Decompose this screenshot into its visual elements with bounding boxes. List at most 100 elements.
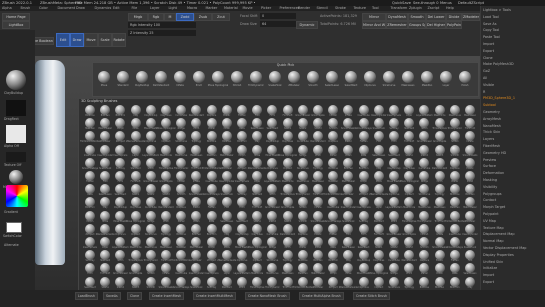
tool-menu-item[interactable]: Visibility (483, 185, 497, 189)
material-thumbnail[interactable] (9, 170, 23, 184)
bottom-action-button[interactable]: Create InsertMultiMesh (193, 292, 236, 300)
draw-button[interactable]: Draw (70, 33, 84, 47)
brush-item[interactable]: SnakeHook (463, 237, 477, 249)
tool-menu-item[interactable]: Layers (483, 137, 494, 141)
tool-menu-item[interactable]: Copy Tool (483, 28, 499, 32)
m-button[interactable]: M (164, 13, 176, 21)
tool-menu-item[interactable]: Geometry HD (483, 151, 506, 155)
tool-menu-item[interactable]: Subtool (483, 103, 496, 107)
polypaint-button[interactable]: PolyPaint (446, 21, 462, 29)
brush-item[interactable]: Clay (463, 276, 477, 289)
tool-menu-item[interactable]: Export (483, 49, 494, 53)
brush-thumbnail[interactable] (6, 70, 26, 90)
bottom-action-button[interactable]: SaveAs (103, 292, 121, 300)
tool-menu-item[interactable]: Preview (483, 158, 496, 162)
tool-menu-item[interactable]: UV Map (483, 219, 496, 223)
texture-thumbnail[interactable] (6, 152, 26, 162)
mirror-button[interactable]: Mirror (362, 13, 386, 21)
divide-button[interactable]: Divide (446, 13, 462, 21)
bottom-action-button[interactable]: Create NanoMesh Brush (245, 292, 290, 300)
lightbox-button[interactable]: LightBox (2, 21, 30, 29)
zmodeler-button[interactable]: ZModeler (462, 13, 480, 21)
mirror-weld-button[interactable]: Mirror And Weld (362, 21, 386, 29)
tool-menu-item[interactable]: Polypaint (483, 212, 499, 216)
tool-menu-item[interactable]: NanoMesh (483, 124, 501, 128)
stroke-thumbnail[interactable] (6, 100, 26, 116)
tool-menu-item[interactable]: Thick Skin (483, 130, 500, 134)
brush-item[interactable]: InsertCylinder (462, 223, 478, 236)
rgb-intensity-slider[interactable]: Rgb Intensity 100 (128, 22, 196, 28)
focal-shift-slider[interactable]: 0 (260, 13, 296, 19)
groups-split-button[interactable]: Groups Split (408, 21, 426, 29)
bottom-action-button[interactable]: Clone (127, 292, 143, 300)
del-lower-button[interactable]: Del Lower (426, 13, 446, 21)
bottom-action-button[interactable]: LoadBrush (75, 292, 98, 300)
tool-menu-item[interactable]: Polygroups (483, 192, 502, 196)
tool-menu-item[interactable]: Surface (483, 164, 496, 168)
bottom-action-button[interactable]: Create InsertMesh (149, 292, 185, 300)
bottom-action-button[interactable]: Create Stitch Brush (353, 292, 390, 300)
tool-menu-item[interactable]: Import (483, 273, 494, 277)
brush-item[interactable]: SmoothPeaks (463, 144, 477, 157)
tool-menu-item[interactable]: All (483, 76, 487, 80)
tool-menu-item[interactable]: ArrayMesh (483, 117, 501, 121)
tool-menu-item[interactable]: PM3D_Sphere3D_1 (483, 96, 515, 100)
tool-menu-item[interactable]: FiberMesh (483, 144, 500, 148)
tool-menu-item[interactable]: Make PolyMesh3D (483, 62, 514, 66)
tool-menu-item[interactable]: Export (483, 280, 494, 284)
zcut-button[interactable]: Zcut (212, 13, 230, 21)
brush-item[interactable]: MaskLasso (463, 105, 477, 117)
bottom-action-button[interactable]: Create MultiAlpha Brush (299, 292, 344, 300)
tool-menu-item[interactable]: Lightbox > Tools (483, 8, 511, 12)
sculpt-model[interactable] (35, 60, 65, 265)
scale-button[interactable]: Scale (98, 33, 112, 47)
tool-menu-item[interactable]: Deformation (483, 171, 504, 175)
smooth-button[interactable]: Smooth (408, 13, 426, 21)
tool-menu-item[interactable]: Unified Skin (483, 260, 503, 264)
tool-menu-item[interactable]: Paste Tool (483, 35, 500, 39)
brush-item[interactable]: ZModeler (463, 210, 477, 223)
brush-item[interactable]: Fold (463, 250, 477, 262)
main-color-swatch[interactable] (6, 222, 22, 233)
zremesher-button[interactable]: ZRemesher (386, 21, 408, 29)
draw-size-slider[interactable]: 64 (260, 21, 296, 27)
tool-menu-item[interactable]: GoZ (483, 69, 490, 73)
rgb-button[interactable]: Rgb (148, 13, 164, 21)
mrgb-button[interactable]: Mrgb (128, 13, 148, 21)
brush-item[interactable]: Elastic (463, 157, 477, 170)
dynamesh-button[interactable]: DynaMesh (386, 13, 408, 21)
tool-menu-item[interactable]: Initialize (483, 266, 497, 270)
edit-button[interactable]: Edit (56, 33, 70, 47)
rotate-button[interactable]: Rotate (112, 33, 126, 47)
tool-menu-item[interactable]: Clone (483, 56, 493, 60)
tool-menu-item[interactable]: Contact (483, 198, 496, 202)
tool-menu-item[interactable]: Texture Map (483, 226, 504, 230)
tool-menu-item[interactable]: Display Properties (483, 253, 514, 257)
quick-pick-item[interactable]: Polish (456, 67, 474, 89)
brush-item[interactable]: Polish (463, 171, 477, 183)
tool-menu-item[interactable]: Geometry (483, 110, 500, 114)
alpha-thumbnail[interactable] (6, 125, 26, 143)
tool-menu-item[interactable]: Save As (483, 22, 497, 26)
color-picker[interactable] (6, 185, 28, 207)
tool-menu-item[interactable]: Visible (483, 83, 494, 87)
brush-item[interactable]: BlobTwo (463, 184, 477, 196)
tool-menu-item[interactable]: Morph Target (483, 205, 505, 209)
tool-menu-item[interactable]: Import (483, 42, 494, 46)
zadd-button[interactable]: Zadd (176, 13, 194, 21)
dynamic-button[interactable]: Dynamic (296, 21, 318, 29)
del-higher-button[interactable]: Del Higher (426, 21, 446, 29)
brush-item[interactable]: MatchMaker (463, 197, 477, 209)
move-button[interactable]: Move (84, 33, 98, 47)
home-page-button[interactable]: Home Page (2, 13, 30, 21)
brush-item[interactable]: TrimFront (463, 118, 477, 130)
tool-menu-item[interactable]: Masking (483, 178, 497, 182)
z-intensity-slider[interactable]: Z Intensity 25 (128, 30, 196, 36)
zsub-button[interactable]: Zsub (194, 13, 212, 21)
tool-menu-item[interactable]: Load Tool (483, 15, 499, 19)
tool-menu-item[interactable]: R (483, 90, 485, 94)
tool-menu-item[interactable]: Displacement Map (483, 232, 515, 236)
tool-menu-item[interactable]: Vector Displacement Map (483, 246, 526, 250)
brush-item[interactable]: Inflate (463, 131, 477, 143)
brush-item[interactable]: SelectLasso (463, 263, 477, 275)
